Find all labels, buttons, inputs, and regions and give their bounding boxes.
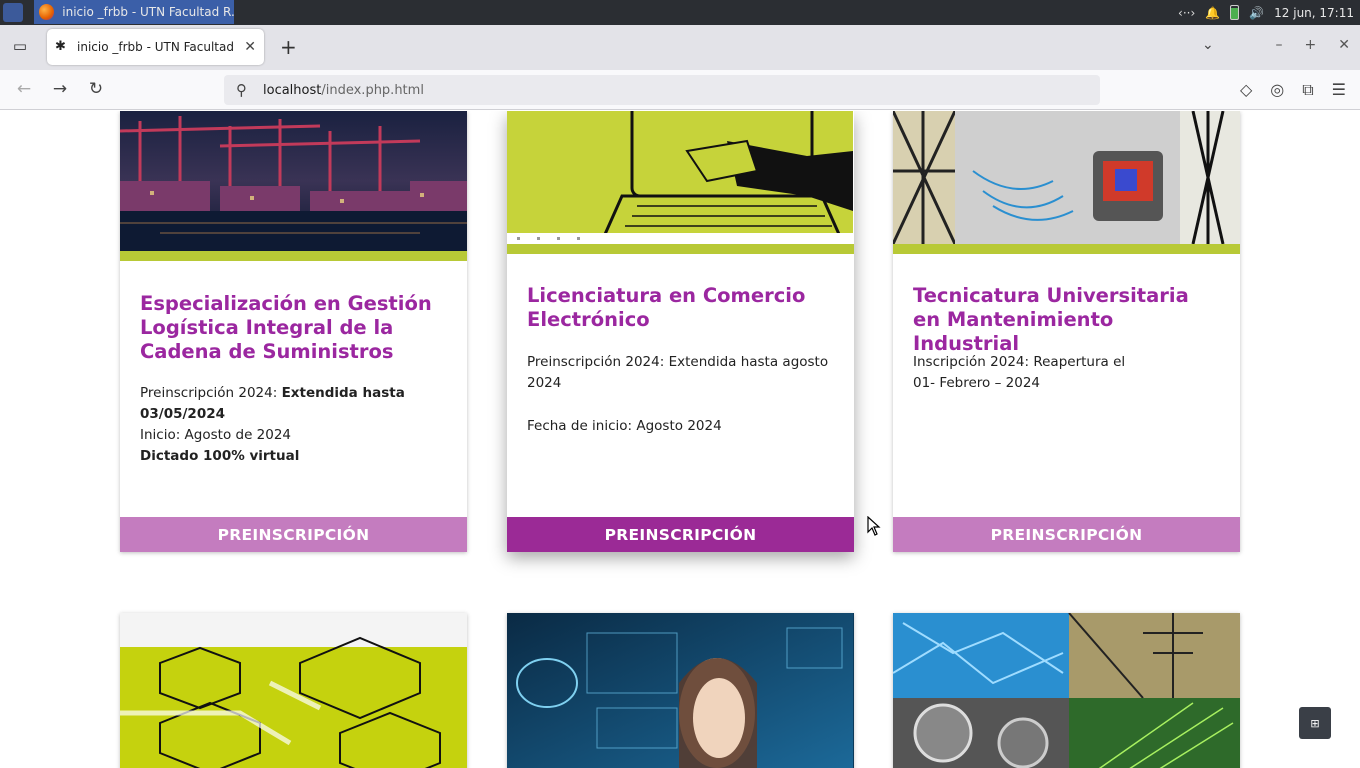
- inscripcion-info: Inscripción 2024: Reapertura el: [913, 354, 1126, 370]
- back-icon[interactable]: ←: [13, 79, 35, 99]
- mouse-cursor-icon: [867, 516, 881, 536]
- preinscripcion-button[interactable]: PREINSCRIPCIÓN: [893, 517, 1240, 552]
- port-containers-image: [120, 111, 467, 251]
- account-icon[interactable]: ◎: [1270, 80, 1284, 100]
- preinscripcion-info: Preinscripción 2024: Extendida hasta ago…: [527, 354, 829, 391]
- course-title[interactable]: Licenciatura en Comercio Electrónico: [527, 284, 836, 332]
- modality: Dictado 100% virtual: [140, 448, 300, 464]
- minimize-icon[interactable]: –: [1276, 37, 1283, 53]
- battery-icon[interactable]: [1230, 5, 1240, 20]
- tab-title: inicio _frbb - UTN Facultad Re: [77, 40, 239, 54]
- menu-icon[interactable]: ☰: [1332, 80, 1346, 100]
- taskbar-window-title: inicio _frbb - UTN Facultad R...: [62, 5, 234, 19]
- start-date: Inicio: Agosto de 2024: [140, 427, 292, 443]
- volume-icon[interactable]: 🔊: [1249, 6, 1264, 20]
- start-date: Fecha de inicio: Agosto 2024: [527, 418, 722, 434]
- app-menu-icon[interactable]: [3, 3, 23, 22]
- url-path: /index.php.html: [321, 82, 424, 98]
- notification-bell-icon[interactable]: 🔔: [1205, 6, 1220, 20]
- accent-bar: [507, 244, 854, 254]
- industrial-maintenance-image: [893, 111, 1240, 244]
- preinscripcion-button[interactable]: PREINSCRIPCIÓN: [120, 517, 467, 552]
- course-details: Preinscripción 2024: Extendida hasta 03/…: [140, 383, 447, 467]
- maximize-icon[interactable]: +: [1305, 37, 1317, 53]
- inscripcion-date: 01- Febrero – 2024: [913, 375, 1041, 391]
- preinscripcion-button[interactable]: PREINSCRIPCIÓN: [507, 517, 854, 552]
- web-page: Especialización en Gestión Logística Int…: [0, 111, 1360, 768]
- extensions-icon[interactable]: ⧉: [1302, 80, 1313, 100]
- network-icon[interactable]: ‹··›: [1178, 6, 1195, 20]
- course-card-comercio-electronico: Licenciatura en Comercio Electrónico Pre…: [507, 111, 854, 552]
- new-tab-icon[interactable]: +: [280, 35, 297, 59]
- course-title[interactable]: Tecnicatura Universitaria en Mantenimien…: [913, 284, 1222, 356]
- accent-bar: [120, 251, 467, 261]
- pocket-icon[interactable]: ◇: [1240, 80, 1252, 100]
- browser-nav-bar: ← → ↻ ⚲ localhost /index.php.html ◇ ◎ ⧉ …: [0, 70, 1360, 110]
- search-icon: ⚲: [236, 81, 247, 99]
- course-title[interactable]: Especialización en Gestión Logística Int…: [140, 292, 449, 364]
- taskbar-firefox-window[interactable]: inicio _frbb - UTN Facultad R...: [34, 0, 234, 24]
- browser-tab-active[interactable]: ✱ inicio _frbb - UTN Facultad Re ✕: [47, 29, 264, 65]
- tab-list-icon[interactable]: ▭: [10, 37, 30, 57]
- url-host: localhost: [263, 82, 322, 98]
- system-tray: ‹··› 🔔 🔊 12 jun, 17:11: [1178, 0, 1360, 25]
- utn-favicon-icon: ✱: [55, 39, 66, 54]
- course-card-mantenimiento: Tecnicatura Universitaria en Mantenimien…: [893, 111, 1240, 552]
- course-card-image-isometric-logistics: [120, 613, 467, 768]
- accent-bar: [893, 244, 1240, 254]
- accessibility-icon[interactable]: ⊞: [1299, 707, 1331, 739]
- address-bar[interactable]: ⚲ localhost /index.php.html: [224, 75, 1100, 105]
- os-top-panel: inicio _frbb - UTN Facultad R... ‹··› 🔔 …: [0, 0, 1360, 25]
- close-window-icon[interactable]: ✕: [1338, 37, 1350, 53]
- course-card-image-ai-brain: [507, 613, 854, 768]
- close-tab-icon[interactable]: ✕: [244, 39, 256, 55]
- course-details: Inscripción 2024: Reapertura el 01- Febr…: [913, 352, 1220, 394]
- forward-icon[interactable]: →: [49, 79, 71, 99]
- course-card-image-energy-collage: [893, 613, 1240, 768]
- course-card-logistica: Especialización en Gestión Logística Int…: [120, 111, 467, 552]
- laptop-illustration-image: [507, 111, 854, 244]
- chevron-down-icon[interactable]: ⌄: [1202, 37, 1214, 53]
- browser-tab-bar: ▭ ✱ inicio _frbb - UTN Facultad Re ✕ + ⌄…: [0, 25, 1360, 70]
- reload-icon[interactable]: ↻: [85, 79, 107, 99]
- preinscripcion-label: Preinscripción 2024:: [140, 385, 282, 401]
- firefox-icon: [39, 4, 55, 20]
- course-details: Preinscripción 2024: Extendida hasta ago…: [527, 352, 834, 437]
- clock[interactable]: 12 jun, 17:11: [1274, 6, 1354, 20]
